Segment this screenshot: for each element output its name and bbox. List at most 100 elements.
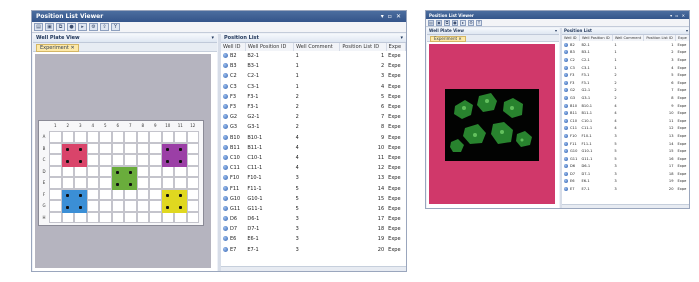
plate-well[interactable] [149,154,162,166]
pin-icon[interactable]: ▾ [211,35,214,41]
table-row[interactable]: F11 F11-1 5 14 Expe [562,140,689,148]
plate-well[interactable] [136,165,149,177]
plate-well[interactable] [149,165,162,177]
plate-well[interactable] [136,188,149,200]
plate-well[interactable] [136,131,149,143]
plate-well[interactable] [111,188,124,200]
plate-well[interactable] [174,211,187,223]
plate-well[interactable] [186,154,199,166]
table-row[interactable]: G11 G11-1 5 16 Expe [562,155,689,163]
table-row[interactable]: G11 G11-1 5 16 Expe [221,204,406,214]
table-row[interactable]: D6 D6-1 3 17 Expe [221,214,406,224]
plate-well[interactable] [111,154,124,166]
table-row[interactable]: C10 C10-1 4 11 Expe [221,153,406,163]
plate-well[interactable] [99,200,112,212]
table-row[interactable]: G2 G2-1 2 7 Expe [221,112,406,122]
tab-experiment[interactable]: Experiment ✕ [36,44,79,52]
table-row[interactable]: B11 B11-1 4 10 Expe [562,109,689,117]
plate-well[interactable] [111,211,124,223]
plate-well[interactable] [149,142,162,154]
selected-wells-red[interactable] [61,144,87,167]
table-row[interactable]: D7 D7-1 3 18 Expe [562,170,689,178]
plate-well[interactable] [161,177,174,189]
plate-well[interactable] [124,200,137,212]
plate-well[interactable] [61,165,74,177]
plate-well[interactable] [49,177,62,189]
table-row[interactable]: E6 E6-1 3 19 Expe [221,234,406,244]
copy-icon[interactable]: ⧉ [56,23,65,31]
table-row[interactable]: C11 C11-1 4 12 Expe [221,163,406,173]
plate-well[interactable] [61,177,74,189]
selected-wells-green[interactable] [111,167,137,190]
plate-well[interactable] [49,211,62,223]
plate-well[interactable] [186,200,199,212]
plate-well[interactable] [49,142,62,154]
plate-well[interactable] [149,211,162,223]
table-row[interactable]: G10 G10-1 5 15 Expe [221,194,406,204]
pin-icon[interactable]: ▾ [686,28,688,34]
column-header[interactable]: Well ID [221,43,246,51]
plate-well[interactable] [186,177,199,189]
plate-well[interactable] [186,131,199,143]
table-row[interactable]: B2 B2-1 1 1 Expe [562,41,689,49]
plate-well[interactable] [174,165,187,177]
plate-well[interactable] [186,188,199,200]
plate-well[interactable] [111,142,124,154]
column-header[interactable]: Well Position ID [245,43,295,51]
table-row[interactable]: E7 E7-1 3 20 Expe [221,245,406,255]
save-icon[interactable]: ▣ [436,19,442,26]
table-row[interactable]: C2 C2-1 1 3 Expe [562,56,689,64]
plate-well[interactable] [86,200,99,212]
copy-icon[interactable]: ⧉ [444,19,450,26]
record-icon[interactable]: ● [67,23,76,31]
plate-well[interactable] [74,131,87,143]
microscope-image-view[interactable] [429,44,555,204]
plate-well[interactable] [136,142,149,154]
table-row[interactable]: D6 D6-1 3 17 Expe [562,163,689,171]
plate-well[interactable] [149,177,162,189]
play-icon[interactable]: ▸ [460,19,466,26]
plate-well[interactable] [186,165,199,177]
table-row[interactable]: G10 G10-1 5 15 Expe [562,147,689,155]
pin-icon[interactable]: ▾ [400,35,403,41]
plate-well[interactable] [61,211,74,223]
plate-well[interactable] [174,131,187,143]
plate-well[interactable] [49,165,62,177]
plate-well[interactable] [74,177,87,189]
well-plate[interactable]: 1 2 3 4 5 6 7 8 9 10 11 12 A B C D E F G H [38,120,204,226]
table-row[interactable]: F11 F11-1 5 14 Expe [221,183,406,193]
plate-well[interactable] [136,200,149,212]
window-controls[interactable]: ▾ ▫ ✕ [670,13,686,18]
table-row[interactable]: G3 G3-1 2 8 Expe [562,94,689,102]
plate-well[interactable] [124,142,137,154]
plate-well[interactable] [74,165,87,177]
plate-well[interactable] [86,211,99,223]
plate-well[interactable] [136,154,149,166]
plate-well[interactable] [99,177,112,189]
window-controls[interactable]: ▾ ▫ ✕ [381,13,402,20]
tab-experiment[interactable]: Experiment ✕ [430,36,466,42]
plate-well[interactable] [186,211,199,223]
open-icon[interactable]: ▤ [428,19,434,26]
plate-well[interactable] [161,165,174,177]
plate-well[interactable] [99,211,112,223]
table-row[interactable]: C11 C11-1 4 12 Expe [562,125,689,133]
open-icon[interactable]: ▤ [34,23,43,31]
plate-well[interactable] [124,211,137,223]
plate-well[interactable] [149,200,162,212]
table-row[interactable]: C3 C3-1 1 4 Expe [562,64,689,72]
table-row[interactable]: B3 B3-1 1 2 Expe [562,49,689,57]
plate-well[interactable] [86,131,99,143]
play-icon[interactable]: ▸ [78,23,87,31]
table-row[interactable]: E6 E6-1 3 19 Expe [562,178,689,186]
table-row[interactable]: B10 B10-1 4 9 Expe [221,133,406,143]
plate-well[interactable] [174,177,187,189]
plate-well[interactable] [161,131,174,143]
plate-well[interactable] [99,154,112,166]
table-row[interactable]: B2 B2-1 1 1 Expe [221,51,406,61]
table-row[interactable]: C10 C10-1 4 11 Expe [562,117,689,125]
column-header[interactable]: Position List ID [339,43,387,51]
pin-icon[interactable]: ▾ [555,28,557,34]
column-header[interactable]: Expe [386,43,406,51]
table-row[interactable]: B3 B3-1 1 2 Expe [221,61,406,71]
